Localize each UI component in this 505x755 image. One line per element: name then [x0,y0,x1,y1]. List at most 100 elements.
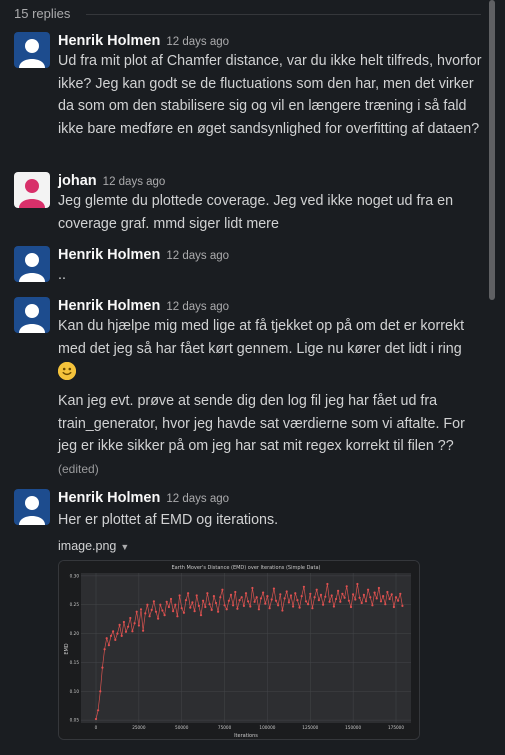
slightly-smiling-face-icon[interactable] [58,362,76,380]
avatar[interactable] [14,32,50,68]
data-point [137,624,140,627]
data-point [257,608,260,611]
data-point [199,614,203,617]
message-text: Her er plottet af EMD og iterations. [58,512,279,528]
data-point [174,603,177,606]
y-tick-label: 0.20 [70,631,80,636]
message-timestamp[interactable]: 12 days ago [166,36,229,48]
data-point [375,597,378,600]
data-point [238,599,241,602]
data-point [142,629,145,632]
data-point [300,595,303,598]
author-name[interactable]: Henrik Holmen [58,298,160,314]
data-point [184,599,188,602]
thread-panel: 15 replies Henrik Holmen 12 days ago Ud f… [0,0,490,755]
data-point [330,594,333,597]
attachment-toggle[interactable]: image.png ▼ [58,539,129,553]
data-point [394,596,398,599]
data-point [118,623,121,626]
data-point [189,606,192,609]
data-point [369,596,372,599]
data-point [292,605,295,608]
data-point [253,600,256,603]
author-name[interactable]: Henrik Holmen [58,33,160,49]
author-name[interactable]: Henrik Holmen [58,490,160,506]
x-axis-label: Iterations [234,733,258,739]
data-point [159,603,162,606]
data-point [294,592,297,595]
x-tick-label: 150000 [345,725,361,730]
data-point [251,586,254,590]
scrollbar-thumb[interactable] [489,0,495,300]
x-tick-label: 125000 [302,725,318,730]
data-point [214,601,218,605]
data-point [232,604,235,607]
data-point [352,593,355,596]
data-point [283,597,286,600]
avatar[interactable] [14,489,50,525]
emd-chart: Earth Mover's Distance (EMD) over Iterat… [59,561,419,739]
data-point [399,592,402,595]
data-point [210,608,213,611]
data-point [161,609,164,612]
data-point [150,608,153,611]
message-timestamp[interactable]: 12 days ago [166,250,229,262]
message-paragraph: Kan du hjælpe mig med lige at få tjekket… [58,318,465,357]
data-point [272,587,275,590]
data-point [122,620,125,624]
data-point [341,592,344,595]
data-point [332,605,335,608]
data-point [172,610,175,613]
data-point [401,604,404,607]
message-timestamp[interactable]: 12 days ago [103,176,166,188]
x-tick-label: 75000 [218,725,232,730]
x-tick-label: 100000 [259,725,275,730]
author-name[interactable]: Henrik Holmen [58,247,160,263]
data-point [322,603,325,606]
data-point [334,597,338,601]
data-point [165,600,168,603]
data-point [339,600,342,603]
data-point [204,605,207,609]
x-tick-label: 0 [95,725,98,730]
data-point [101,666,104,669]
data-point [148,615,151,618]
data-point [354,598,357,601]
data-point [262,591,265,594]
data-point [135,610,138,613]
data-point [197,604,200,607]
data-point [279,593,282,596]
replies-divider [86,14,481,15]
replies-count[interactable]: 15 replies [14,6,70,21]
data-point [157,617,160,620]
data-point [302,585,305,588]
data-point [360,601,363,605]
avatar[interactable] [14,297,50,333]
data-point [146,603,149,606]
data-point [373,591,376,594]
author-name[interactable]: johan [58,173,97,189]
data-point [345,585,348,588]
data-point [249,605,252,608]
data-point [337,589,340,592]
avatar[interactable] [14,246,50,282]
data-point [234,590,237,594]
message-timestamp[interactable]: 12 days ago [166,493,229,505]
data-point [270,598,273,601]
data-point [371,604,374,607]
x-tick-label: 175000 [388,725,404,730]
message-timestamp[interactable]: 12 days ago [166,301,229,313]
image-attachment[interactable]: Earth Mover's Distance (EMD) over Iterat… [58,560,420,740]
data-point [384,603,387,606]
data-point [309,592,312,595]
data-point [219,596,222,599]
data-point [356,582,359,586]
plot-area [81,573,411,723]
data-point [358,596,361,599]
data-point [195,594,198,597]
data-point [127,625,130,628]
data-point [266,595,269,598]
data-point [229,593,233,596]
edited-label: (edited) [58,461,99,476]
avatar[interactable] [14,172,50,208]
